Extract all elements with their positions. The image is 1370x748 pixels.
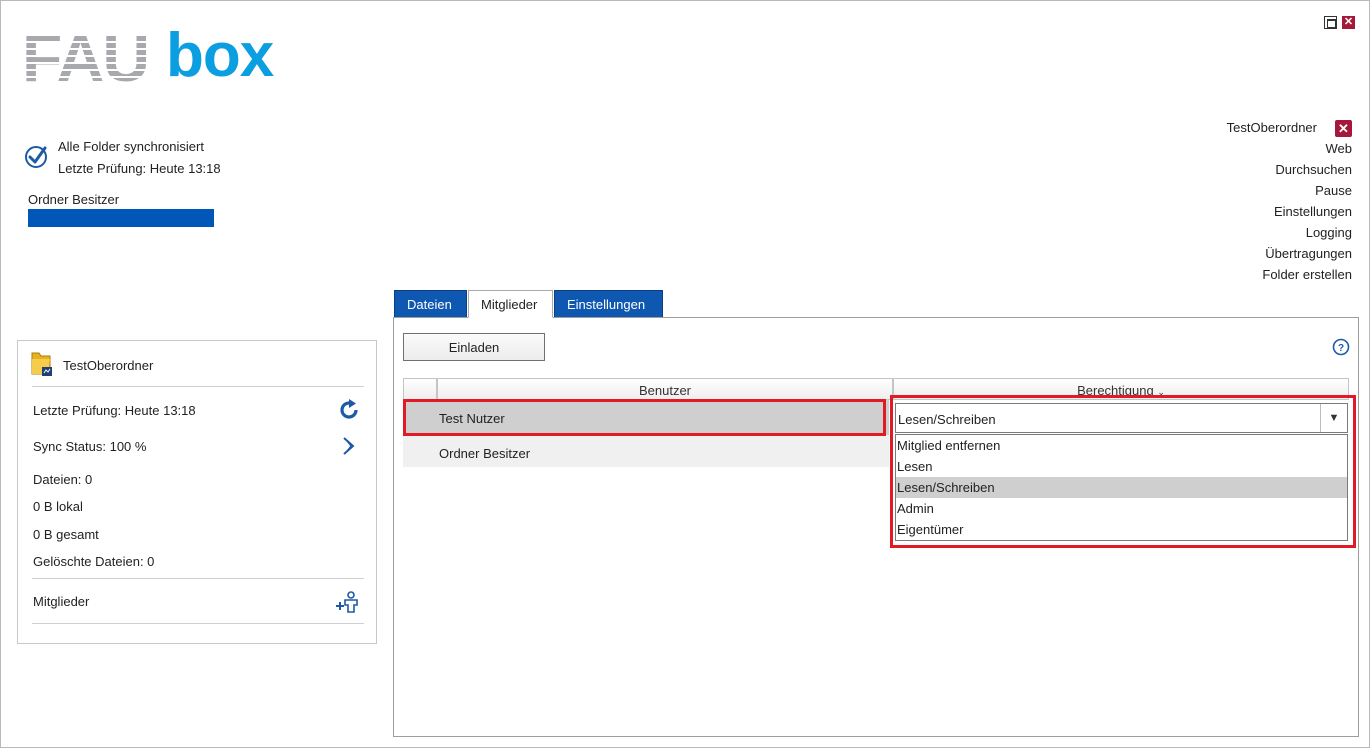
table-header-select xyxy=(403,378,437,400)
refresh-icon[interactable] xyxy=(338,399,360,421)
panel-sync-status: Sync Status: 100 % xyxy=(33,439,147,454)
sync-status-text: Alle Folder synchronisiert xyxy=(58,139,204,154)
permission-header-label: Berechtigung xyxy=(1077,383,1154,398)
panel-files: Dateien: 0 xyxy=(33,472,93,487)
panel-members: Mitglieder xyxy=(33,594,90,609)
maximize-button[interactable] xyxy=(1324,16,1337,29)
option-eigentuemer[interactable]: Eigentümer xyxy=(896,519,1347,540)
logo-fau: FAU xyxy=(22,21,150,95)
right-menu: TestOberordner ✕ Web Durchsuchen Pause Ei… xyxy=(1227,118,1352,285)
panel-separator xyxy=(32,578,364,579)
panel-separator xyxy=(32,623,364,624)
panel-folder-name: TestOberordner xyxy=(63,358,154,373)
chevron-down-icon[interactable]: ▼ xyxy=(1320,404,1347,432)
sort-chevron-icon: ⌄ xyxy=(1157,387,1165,397)
owner-redacted-bar xyxy=(28,209,214,227)
panel-separator xyxy=(32,386,364,387)
logo-box: box xyxy=(166,21,274,90)
panel-deleted-files: Gelöschte Dateien: 0 xyxy=(33,554,155,569)
menu-folder-erstellen[interactable]: Folder erstellen xyxy=(1227,264,1352,285)
help-icon[interactable]: ? xyxy=(1332,338,1350,356)
tab-mitglieder[interactable]: Mitglieder xyxy=(468,290,553,318)
option-lesen-schreiben[interactable]: Lesen/Schreiben xyxy=(896,477,1347,498)
menu-web[interactable]: Web xyxy=(1227,138,1353,159)
remove-folder-icon[interactable]: ✕ xyxy=(1335,120,1352,138)
close-window-button[interactable]: ✕ xyxy=(1342,16,1355,29)
menu-durchsuchen[interactable]: Durchsuchen xyxy=(1227,159,1352,180)
menu-pause[interactable]: Pause xyxy=(1227,180,1352,201)
sync-check-icon xyxy=(25,146,47,168)
panel-local-size: 0 B lokal xyxy=(33,499,83,514)
invite-button[interactable]: Einladen xyxy=(403,333,545,361)
panel-total-size: 0 B gesamt xyxy=(33,527,99,542)
menu-folder-row: TestOberordner ✕ xyxy=(1227,118,1352,138)
last-check-text: Letzte Prüfung: Heute 13:18 xyxy=(58,161,221,176)
tab-einstellungen[interactable]: Einstellungen xyxy=(554,290,663,318)
row-user-name: Ordner Besitzer xyxy=(439,446,531,461)
tab-dateien[interactable]: Dateien xyxy=(394,290,467,318)
table-header-permission[interactable]: Berechtigung ⌄ xyxy=(893,378,1349,400)
permission-options-list: Mitglied entfernen Lesen Lesen/Schreiben… xyxy=(895,434,1348,541)
svg-text:?: ? xyxy=(1338,343,1344,354)
menu-einstellungen[interactable]: Einstellungen xyxy=(1227,201,1352,222)
option-lesen[interactable]: Lesen xyxy=(896,456,1347,477)
folder-icon xyxy=(31,352,52,376)
owner-label: Ordner Besitzer xyxy=(28,192,120,207)
option-admin[interactable]: Admin xyxy=(896,498,1347,519)
permission-selected-value: Lesen/Schreiben xyxy=(898,412,996,427)
table-header-user[interactable]: Benutzer xyxy=(437,378,893,400)
row-user-name: Test Nutzer xyxy=(439,411,505,426)
menu-logging[interactable]: Logging xyxy=(1227,222,1352,243)
permission-select[interactable]: Lesen/Schreiben ▼ xyxy=(895,403,1348,433)
chevron-right-icon[interactable] xyxy=(338,435,360,457)
menu-uebertragungen[interactable]: Übertragungen xyxy=(1227,243,1352,264)
menu-folder-name: TestOberordner xyxy=(1226,120,1317,135)
option-mitglied-entfernen[interactable]: Mitglied entfernen xyxy=(896,435,1347,456)
folder-panel: TestOberordner Letzte Prüfung: Heute 13:… xyxy=(17,340,377,644)
panel-last-check: Letzte Prüfung: Heute 13:18 xyxy=(33,403,196,418)
add-member-icon[interactable] xyxy=(334,591,360,613)
